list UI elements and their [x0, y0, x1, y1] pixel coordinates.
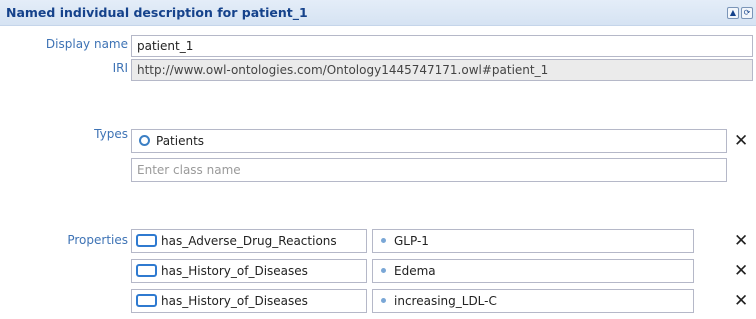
property-value-label: GLP-1: [394, 234, 429, 248]
remove-property-button[interactable]: ✕: [734, 293, 748, 310]
iri-field: http://www.owl-ontologies.com/Ontology14…: [131, 59, 753, 81]
property-label: has_History_of_Diseases: [161, 294, 308, 308]
object-property-icon: [136, 234, 157, 247]
object-property-icon: [136, 264, 157, 277]
individual-dot-icon: [381, 268, 386, 273]
remove-property-button[interactable]: ✕: [734, 233, 748, 250]
property-label: has_History_of_Diseases: [161, 264, 308, 278]
remove-type-button[interactable]: ✕: [734, 133, 748, 150]
class-name-input[interactable]: Enter class name: [131, 158, 727, 182]
type-item-label: Patients: [156, 134, 205, 148]
iri-label: IRI: [112, 61, 128, 75]
property-value-label: increasing_LDL-C: [394, 294, 497, 308]
collapse-up-icon[interactable]: ▲: [727, 7, 739, 19]
panel-title: Named individual description for patient…: [6, 5, 308, 20]
object-property-icon: [136, 294, 157, 307]
remove-property-button[interactable]: ✕: [734, 263, 748, 280]
refresh-icon[interactable]: ⟳: [741, 7, 753, 19]
types-label: Types: [94, 127, 128, 141]
property-value-label: Edema: [394, 264, 436, 278]
properties-label: Properties: [67, 233, 128, 247]
property-value-field[interactable]: GLP-1: [372, 229, 694, 253]
type-item[interactable]: Patients: [131, 129, 727, 153]
property-field[interactable]: has_Adverse_Drug_Reactions: [131, 229, 367, 253]
panel-header: Named individual description for patient…: [0, 0, 756, 26]
property-field[interactable]: has_History_of_Diseases: [131, 259, 367, 283]
display-name-label: Display name: [45, 37, 128, 51]
property-value-field[interactable]: Edema: [372, 259, 694, 283]
individual-dot-icon: [381, 298, 386, 303]
property-value-field[interactable]: increasing_LDL-C: [372, 289, 694, 313]
display-name-field[interactable]: patient_1: [131, 35, 753, 57]
property-label: has_Adverse_Drug_Reactions: [161, 234, 337, 248]
class-circle-icon: [139, 135, 150, 146]
individual-dot-icon: [381, 238, 386, 243]
property-field[interactable]: has_History_of_Diseases: [131, 289, 367, 313]
